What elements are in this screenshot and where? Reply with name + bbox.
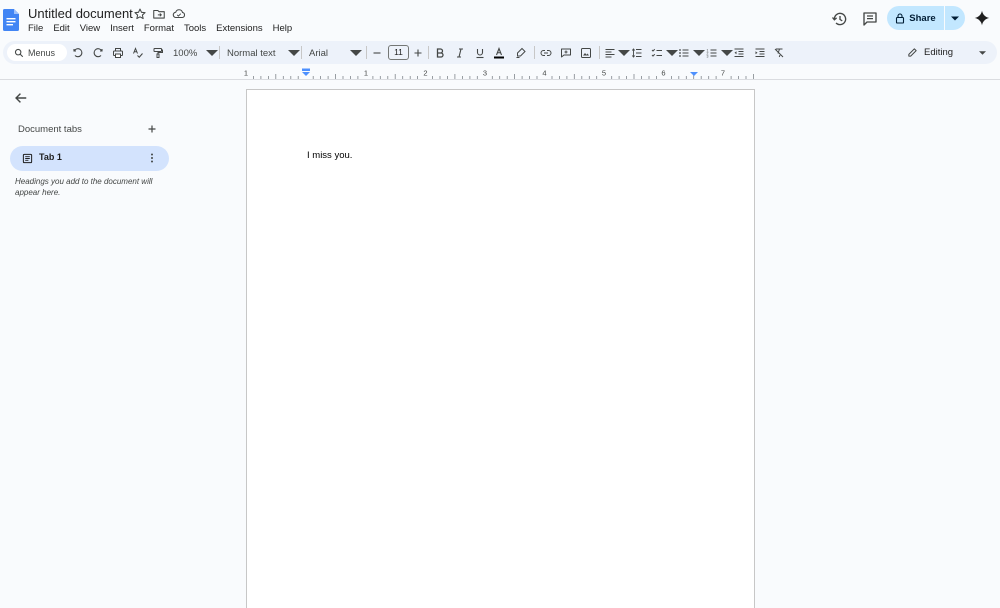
tab-label: Tab 1 bbox=[39, 152, 62, 162]
menu-insert[interactable]: Insert bbox=[110, 22, 134, 36]
print-icon[interactable] bbox=[112, 46, 124, 60]
move-folder-icon[interactable] bbox=[152, 7, 166, 21]
edit-pencil-icon bbox=[907, 47, 918, 58]
horizontal-ruler[interactable]: 1 1 2 3 4 5 6 7 bbox=[0, 66, 1000, 80]
increase-font-size-icon[interactable] bbox=[412, 46, 424, 60]
undo-icon[interactable] bbox=[72, 46, 84, 60]
line-spacing-icon[interactable] bbox=[631, 46, 643, 60]
docs-logo-icon[interactable] bbox=[3, 9, 19, 31]
increase-indent-icon[interactable] bbox=[754, 46, 766, 60]
align-select[interactable] bbox=[604, 46, 630, 60]
svg-text:3: 3 bbox=[707, 54, 709, 58]
checklist-select[interactable] bbox=[651, 46, 678, 60]
document-tab-icon bbox=[22, 153, 33, 164]
underline-icon[interactable] bbox=[474, 46, 486, 60]
menu-help[interactable]: Help bbox=[273, 22, 293, 36]
toolbar-divider bbox=[428, 46, 429, 59]
ruler-label: 2 bbox=[423, 69, 427, 78]
ruler-label: 1 bbox=[364, 69, 368, 78]
add-tab-icon[interactable] bbox=[146, 123, 158, 135]
back-arrow-icon[interactable] bbox=[14, 91, 28, 105]
document-tabs-heading: Document tabs bbox=[18, 124, 82, 135]
font-size-input[interactable]: 11 bbox=[388, 45, 409, 60]
decrease-indent-icon[interactable] bbox=[733, 46, 745, 60]
first-line-indent-marker-icon[interactable] bbox=[302, 68, 310, 72]
ruler-label: 4 bbox=[542, 69, 546, 78]
star-icon[interactable] bbox=[133, 7, 147, 21]
gemini-sparkle-icon[interactable] bbox=[974, 10, 990, 26]
align-dropdown-icon bbox=[618, 47, 630, 59]
menu-extensions[interactable]: Extensions bbox=[216, 22, 262, 36]
paragraph-style-value: Normal text bbox=[227, 47, 276, 59]
decrease-font-size-icon[interactable] bbox=[371, 46, 383, 60]
numbered-list-select[interactable]: 123 bbox=[706, 46, 733, 60]
paragraph-style-dropdown-icon bbox=[287, 47, 300, 59]
insert-link-icon[interactable] bbox=[540, 46, 552, 60]
insert-comment-icon[interactable] bbox=[560, 46, 572, 60]
share-button[interactable]: Share bbox=[887, 6, 944, 30]
headings-hint: Headings you add to the document will ap… bbox=[15, 177, 153, 197]
clear-formatting-icon[interactable] bbox=[773, 46, 785, 60]
title-bar: Untitled document File Edit View Insert … bbox=[0, 0, 1000, 40]
menu-file[interactable]: File bbox=[28, 22, 43, 36]
font-dropdown-icon bbox=[350, 47, 363, 59]
numbered-list-dropdown-icon bbox=[721, 47, 733, 59]
menus-search-label: Menus bbox=[28, 47, 56, 58]
redo-icon[interactable] bbox=[92, 46, 104, 60]
menu-tools[interactable]: Tools bbox=[184, 22, 206, 36]
toolbar-divider bbox=[219, 46, 220, 59]
ruler-label: 1 bbox=[244, 69, 248, 78]
insert-image-icon[interactable] bbox=[580, 46, 592, 60]
font-select[interactable]: Arial bbox=[309, 46, 363, 60]
document-body-text[interactable]: I miss you. bbox=[307, 150, 352, 161]
toolbar-divider bbox=[599, 46, 600, 59]
zoom-dropdown-icon bbox=[206, 47, 219, 59]
font-value: Arial bbox=[309, 47, 329, 59]
editing-mode-select[interactable]: Editing bbox=[901, 44, 993, 61]
more-options-icon[interactable] bbox=[146, 152, 158, 164]
toolbar-divider bbox=[366, 46, 367, 59]
ruler-label: 5 bbox=[602, 69, 606, 78]
menu-edit[interactable]: Edit bbox=[53, 22, 69, 36]
menu-view[interactable]: View bbox=[80, 22, 100, 36]
share-button-group: Share bbox=[887, 6, 965, 30]
highlight-color-icon[interactable] bbox=[515, 46, 527, 60]
menus-search[interactable]: Menus bbox=[7, 44, 67, 61]
editing-mode-label: Editing bbox=[924, 47, 954, 58]
toolbar-divider bbox=[301, 46, 302, 59]
document-page[interactable]: I miss you. bbox=[246, 89, 755, 608]
left-indent-marker-icon[interactable] bbox=[302, 72, 310, 76]
text-color-icon[interactable] bbox=[493, 46, 505, 60]
ruler-label: 6 bbox=[661, 69, 665, 78]
toolbar-divider bbox=[534, 46, 535, 59]
right-indent-marker-icon[interactable] bbox=[690, 72, 698, 76]
paint-format-icon[interactable] bbox=[152, 46, 164, 60]
spellcheck-icon[interactable] bbox=[132, 46, 144, 60]
lock-icon bbox=[895, 12, 905, 24]
zoom-select[interactable]: 100% bbox=[173, 46, 219, 60]
checklist-dropdown-icon bbox=[666, 47, 678, 59]
formatting-toolbar: Menus 100% Normal text Arial 11 1 2 3 Ed… bbox=[3, 41, 997, 64]
italic-icon[interactable] bbox=[454, 46, 466, 60]
share-options-chevron-icon[interactable] bbox=[945, 6, 965, 30]
search-icon bbox=[14, 48, 24, 58]
zoom-value: 100% bbox=[173, 47, 198, 59]
bulleted-list-dropdown-icon bbox=[693, 47, 705, 59]
share-label: Share bbox=[909, 12, 936, 24]
menu-format[interactable]: Format bbox=[144, 22, 174, 36]
cloud-saved-icon[interactable] bbox=[172, 7, 186, 21]
ruler-label: 7 bbox=[721, 69, 725, 78]
document-title[interactable]: Untitled document bbox=[28, 6, 133, 22]
comments-icon[interactable] bbox=[861, 10, 879, 28]
bold-icon[interactable] bbox=[434, 46, 446, 60]
editing-mode-dropdown-icon bbox=[979, 50, 987, 55]
bulleted-list-select[interactable] bbox=[678, 46, 705, 60]
version-history-icon[interactable] bbox=[831, 10, 849, 28]
paragraph-style-select[interactable]: Normal text bbox=[227, 46, 300, 60]
sidebar-tab-1[interactable]: Tab 1 bbox=[10, 146, 169, 171]
ruler-label: 3 bbox=[483, 69, 487, 78]
menu-bar: File Edit View Insert Format Tools Exten… bbox=[28, 22, 302, 36]
